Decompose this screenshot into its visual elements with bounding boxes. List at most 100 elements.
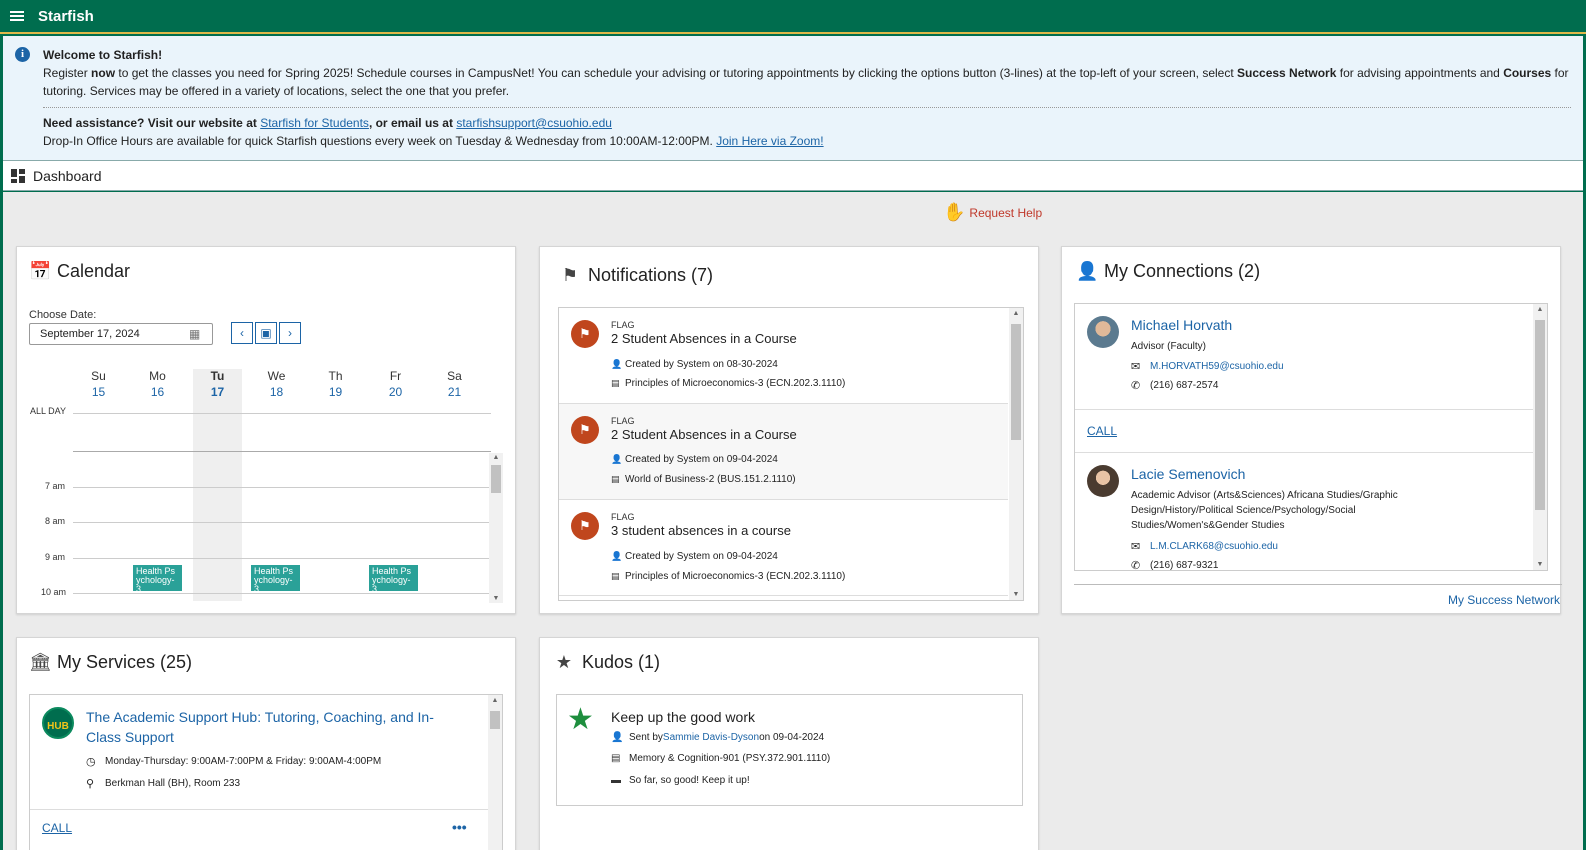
day-header-sun[interactable]: Su 15: [69, 369, 128, 399]
zoom-link[interactable]: Join Here via Zoom!: [716, 134, 823, 148]
connections-title: 👤 My Connections (2): [1076, 261, 1261, 281]
support-email-link[interactable]: starfishsupport@csuohio.edu: [456, 116, 612, 130]
choose-date-label: Choose Date:: [29, 309, 97, 321]
connection-name[interactable]: Michael Horvath: [1131, 317, 1232, 333]
request-help-button[interactable]: ✋ Request Help: [943, 202, 1042, 223]
connections-card: 👤 My Connections (2) Michael Horvath Adv…: [1061, 246, 1562, 614]
app-title: Starfish: [38, 7, 94, 25]
more-options-icon[interactable]: •••: [452, 819, 467, 835]
notifications-card: ⚑ Notifications (7) ⚑ FLAG 2 Student Abs…: [539, 246, 1039, 614]
call-link[interactable]: CALL: [1087, 424, 1117, 438]
calendar-event[interactable]: Health Ps ychology-3: [251, 565, 300, 591]
connection-name[interactable]: Lacie Semenovich: [1131, 466, 1245, 482]
banner-dropin: Drop-In Office Hours are available for q…: [43, 134, 824, 148]
calendar-icon: 📅: [29, 261, 52, 281]
flag-icon: ⚑: [571, 512, 599, 540]
institution-icon: 🏛: [29, 652, 52, 672]
day-header-thu[interactable]: Th 19: [306, 369, 365, 399]
connection-email[interactable]: L.M.CLARK68@csuohio.edu: [1150, 541, 1278, 552]
dashboard-bar: Dashboard: [3, 160, 1583, 191]
next-week-button[interactable]: ›: [279, 322, 301, 344]
service-name[interactable]: The Academic Support Hub: Tutoring, Coac…: [86, 707, 466, 747]
connections-list: Michael Horvath Advisor (Faculty) ✉ M.HOR…: [1074, 303, 1548, 571]
phone-icon: ✆: [1131, 560, 1141, 571]
hand-icon: ✋: [943, 202, 966, 222]
connection-phone: (216) 687-9321: [1150, 560, 1219, 571]
day-header-wed[interactable]: We 18: [247, 369, 306, 399]
grid-line: [73, 413, 491, 414]
call-link[interactable]: CALL: [42, 821, 72, 835]
services-card: 🏛 My Services (25) HUB The Academic Supp…: [16, 637, 516, 850]
dashboard-label: Dashboard: [33, 167, 102, 184]
banner-message: Register now to get the classes you need…: [43, 66, 1569, 80]
banner-heading: Welcome to Starfish!: [43, 48, 163, 62]
book-icon: ▤: [611, 474, 620, 484]
flag-icon: ⚑: [561, 265, 579, 285]
phone-icon: ✆: [1131, 380, 1141, 392]
starfish-for-students-link[interactable]: Starfish for Students: [260, 116, 369, 130]
day-header-fri[interactable]: Fr 20: [366, 369, 425, 399]
kudos-item[interactable]: ★ Keep up the good work 👤 Sent by Sammie …: [556, 694, 1023, 806]
notification-item[interactable]: ⚑ FLAG 3 student absences in a course 👤 C…: [559, 500, 1008, 596]
kudos-sender-link[interactable]: Sammie Davis-Dyson: [663, 732, 759, 743]
kudos-title: ★ Kudos (1): [555, 652, 661, 672]
flag-icon: ⚑: [571, 416, 599, 444]
notifications-title: ⚑ Notifications (7): [561, 265, 714, 285]
calendar-picker-icon[interactable]: ▦: [189, 327, 200, 341]
top-bar: Starfish: [0, 0, 1586, 34]
divider: [30, 809, 488, 810]
date-input[interactable]: [29, 323, 213, 345]
location-icon: ⚲: [86, 778, 95, 790]
comment-icon: ▬: [611, 775, 621, 786]
connection-phone: (216) 687-2574: [1150, 380, 1219, 391]
person-icon: 👤: [611, 359, 623, 369]
person-icon: 👤: [1076, 261, 1099, 281]
hub-logo: HUB: [42, 707, 74, 739]
today-button[interactable]: ▣: [255, 322, 277, 344]
info-icon: i: [15, 47, 30, 62]
notifications-list: ⚑ FLAG 2 Student Absences in a Course 👤 C…: [558, 307, 1024, 601]
services-title: 🏛 My Services (25): [29, 652, 193, 672]
calendar-event[interactable]: Health Ps ychology-3: [133, 565, 182, 591]
notification-item[interactable]: ⚑ FLAG 2 Student Absences in a Course 👤 C…: [559, 404, 1008, 500]
service-location: Berkman Hall (BH), Room 233: [105, 778, 241, 789]
grid-line: [73, 487, 491, 488]
dashboard-main: ✋ Request Help 📅 Calendar Choose Date: ▦…: [3, 192, 1583, 850]
mail-icon: ✉: [1131, 361, 1141, 373]
connection-role: Academic Advisor (Arts&Sciences) African…: [1131, 490, 1398, 531]
connection-email[interactable]: M.HORVATH59@csuohio.edu: [1150, 361, 1284, 372]
service-hours: Monday-Thursday: 9:00AM-7:00PM & Friday:…: [105, 756, 382, 767]
notification-item[interactable]: ⚑ FLAG 2 Student Absences in a Course 👤 C…: [559, 308, 1008, 404]
star-badge-icon: ★: [567, 703, 594, 736]
calendar-title: 📅 Calendar: [29, 261, 131, 281]
calendar-event[interactable]: Health Ps ychology-3: [369, 565, 418, 591]
my-success-network-link[interactable]: My Success Network: [1448, 593, 1560, 607]
clock-icon: ◷: [86, 756, 96, 768]
book-icon: ▤: [611, 571, 620, 581]
banner-divider: [43, 107, 1571, 108]
dashboard-icon: [11, 168, 25, 183]
kudos-card: ★ Kudos (1) ★ Keep up the good work 👤 Sen…: [539, 637, 1039, 850]
hour-label: 10 am: [41, 587, 67, 597]
calendar-scrollbar[interactable]: ▲ ▼: [489, 453, 503, 603]
menu-icon[interactable]: [10, 11, 24, 21]
grid-line: [73, 558, 491, 559]
notifications-scrollbar[interactable]: ▲ ▼: [1009, 308, 1023, 600]
day-header-sat[interactable]: Sa 21: [425, 369, 484, 399]
today-column: [193, 369, 242, 601]
grid-line: [73, 451, 491, 452]
day-header-mon[interactable]: Mo 16: [128, 369, 187, 399]
divider: [1074, 584, 1562, 585]
avatar: [1087, 465, 1119, 497]
person-icon: 👤: [611, 551, 623, 561]
services-list: HUB The Academic Support Hub: Tutoring, …: [29, 694, 503, 850]
kudos-item-title: Keep up the good work: [611, 709, 755, 725]
prev-week-button[interactable]: ‹: [231, 322, 253, 344]
banner-message-2: tutoring. Services may be offered in a v…: [43, 84, 510, 98]
services-scrollbar[interactable]: ▲: [488, 695, 502, 850]
connections-scrollbar[interactable]: ▲ ▼: [1533, 304, 1547, 570]
all-day-label: ALL DAY: [30, 406, 67, 416]
connection-role: Advisor (Faculty): [1131, 341, 1207, 352]
day-header-tue[interactable]: Tu 17: [188, 369, 247, 399]
flag-icon: ⚑: [571, 320, 599, 348]
